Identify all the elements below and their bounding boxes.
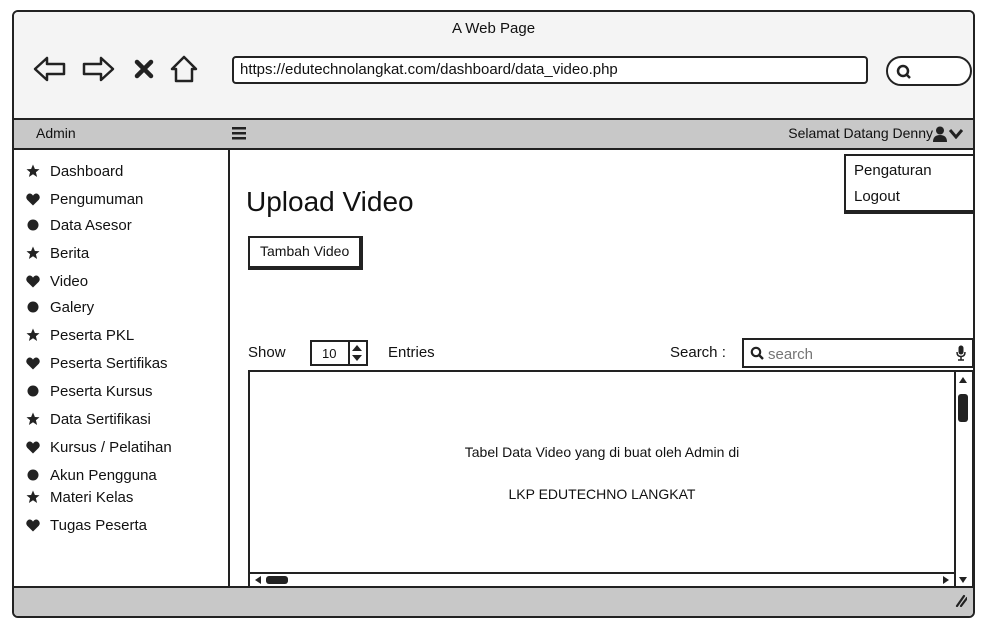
table-placeholder-line2: LKP EDUTECHNO LANGKAT [508, 486, 696, 502]
sidebar-item-label: Peserta Kursus [50, 382, 153, 400]
sidebar-item-label: Pengumuman [50, 190, 144, 208]
scroll-down-arrow-icon[interactable] [957, 574, 969, 586]
sidebar-item-label: Peserta PKL [50, 326, 135, 344]
search-input[interactable] [766, 342, 950, 366]
resize-grip-icon[interactable] [953, 593, 969, 612]
menu-item-logout[interactable]: Logout [854, 188, 900, 205]
star-icon [26, 164, 40, 178]
table-placeholder-line1: Tabel Data Video yang di buat oleh Admin… [464, 444, 740, 460]
address-bar[interactable]: https://edutechnolangkat.com/dashboard/d… [232, 56, 868, 84]
vertical-scroll-thumb[interactable] [958, 394, 968, 422]
entries-label: Entries [388, 344, 435, 361]
table-search-field[interactable] [742, 338, 973, 368]
star-icon [26, 490, 40, 504]
sidebar-item-galery[interactable]: Galery [26, 296, 94, 318]
horizontal-scroll-thumb[interactable] [266, 576, 288, 584]
sidebar-item-data-asesor[interactable]: Data Asesor [26, 214, 132, 236]
menu-item-pengaturan[interactable]: Pengaturan [854, 162, 932, 179]
entries-stepper[interactable]: 10 [310, 340, 368, 366]
star-icon [26, 412, 40, 426]
chevron-down-icon [949, 129, 963, 139]
circle-icon [26, 218, 40, 232]
brand-label: Admin [36, 125, 76, 141]
browser-search-field[interactable] [886, 56, 972, 86]
microphone-icon[interactable] [956, 345, 966, 366]
app-header: Admin Selamat Datang Denny [14, 120, 973, 150]
scroll-up-arrow-icon[interactable] [957, 374, 969, 386]
sidebar-item-peserta-pkl[interactable]: Peserta PKL [26, 324, 134, 346]
sidebar-item-label: Data Asesor [50, 216, 132, 234]
sidebar-item-label: Data Sertifikasi [50, 410, 151, 428]
sidebar-item-label: Tugas Peserta [50, 516, 147, 534]
add-video-button[interactable]: Tambah Video [248, 236, 364, 270]
user-menu-toggle[interactable] [933, 126, 963, 142]
sidebar-item-akun-pengguna[interactable]: Akun Pengguna [26, 464, 157, 486]
circle-icon [26, 300, 40, 314]
forward-icon[interactable] [80, 52, 116, 86]
scroll-left-arrow-icon[interactable] [252, 575, 264, 585]
show-label: Show [248, 344, 286, 361]
sidebar-item-materi-kelas[interactable]: Materi Kelas [26, 486, 133, 508]
close-icon[interactable] [130, 52, 158, 86]
user-dropdown-menu: Pengaturan Logout [844, 154, 973, 214]
heart-icon [26, 192, 40, 206]
sidebar-item-label: Peserta Sertifikas [50, 354, 168, 372]
sidebar-item-label: Akun Pengguna [50, 466, 157, 484]
home-icon[interactable] [168, 52, 200, 86]
circle-icon [26, 468, 40, 482]
sidebar-item-label: Video [50, 272, 89, 290]
sidebar: Dashboard Pengumuman Data Asesor Berita … [14, 150, 230, 588]
sidebar-item-data-sertifikasi[interactable]: Data Sertifikasi [26, 408, 151, 430]
user-icon [933, 126, 947, 142]
heart-icon [26, 274, 40, 288]
sidebar-item-label: Galery [50, 298, 95, 316]
heart-icon [26, 518, 40, 532]
sidebar-item-label: Materi Kelas [50, 488, 134, 506]
star-icon [26, 328, 40, 342]
heart-icon [26, 356, 40, 370]
sidebar-item-dashboard[interactable]: Dashboard [26, 160, 123, 182]
sidebar-item-video[interactable]: Video [26, 270, 88, 292]
sidebar-item-tugas-peserta[interactable]: Tugas Peserta [26, 514, 147, 536]
stepper-arrows-icon[interactable] [348, 342, 366, 364]
page-title: Upload Video [246, 186, 414, 217]
back-icon[interactable] [32, 52, 68, 86]
search-icon [896, 64, 911, 79]
window-title: A Web Page [451, 20, 536, 37]
browser-toolbar: A Web Page https://edutechnolangkat.com/… [14, 12, 973, 120]
vertical-scrollbar[interactable] [954, 372, 972, 588]
sidebar-item-label: Kursus / Pelatihan [50, 438, 172, 456]
sidebar-item-label: Berita [50, 244, 90, 262]
circle-icon [26, 384, 40, 398]
sidebar-item-kursus-pelatihan[interactable]: Kursus / Pelatihan [26, 436, 172, 458]
hamburger-menu-icon[interactable] [232, 127, 246, 143]
status-bar [14, 586, 973, 616]
star-icon [26, 246, 40, 260]
search-label: Search : [670, 344, 726, 361]
sidebar-item-pengumuman[interactable]: Pengumuman [26, 188, 143, 210]
heart-icon [26, 440, 40, 454]
scroll-right-arrow-icon[interactable] [940, 575, 952, 585]
search-icon [750, 346, 764, 365]
sidebar-item-peserta-kursus[interactable]: Peserta Kursus [26, 380, 153, 402]
sidebar-item-peserta-sertifikasi[interactable]: Peserta Sertifikas [26, 352, 168, 374]
welcome-text: Selamat Datang Denny [788, 125, 933, 141]
sidebar-item-berita[interactable]: Berita [26, 242, 89, 264]
entries-value: 10 [322, 346, 337, 361]
sidebar-item-label: Dashboard [50, 162, 124, 180]
video-data-table: Tabel Data Video yang di buat oleh Admin… [248, 370, 973, 590]
browser-window: A Web Page https://edutechnolangkat.com/… [12, 10, 975, 618]
